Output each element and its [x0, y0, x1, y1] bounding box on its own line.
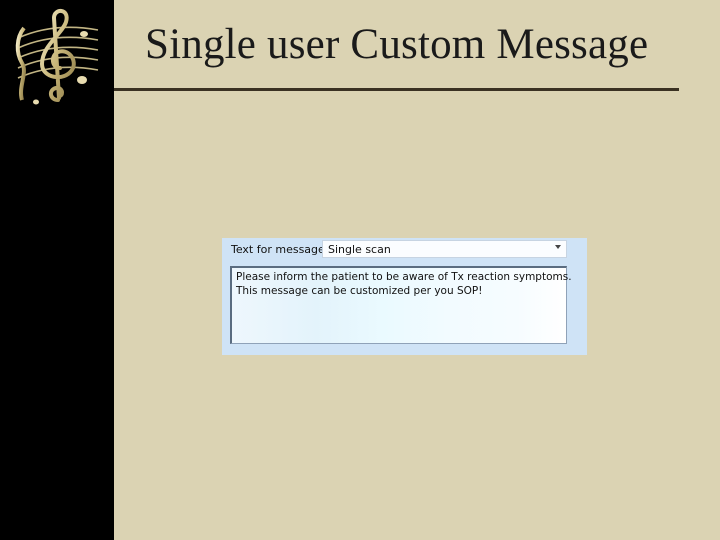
page-title: Single user Custom Message — [145, 21, 649, 68]
message-panel: Text for message Single scan Please info… — [222, 238, 587, 355]
message-type-select-value: Single scan — [328, 243, 391, 256]
treble-clef-icon — [15, 9, 99, 105]
message-textarea[interactable]: Please inform the patient to be aware of… — [230, 266, 572, 344]
chevron-down-icon[interactable] — [555, 245, 561, 249]
text-for-message-label: Text for message — [231, 243, 325, 256]
title-divider — [114, 88, 679, 91]
message-line: This message can be customized per you S… — [236, 285, 483, 297]
message-line: Please inform the patient to be aware of… — [236, 271, 572, 283]
sidebar — [0, 0, 114, 540]
message-type-select[interactable]: Single scan — [322, 240, 567, 258]
